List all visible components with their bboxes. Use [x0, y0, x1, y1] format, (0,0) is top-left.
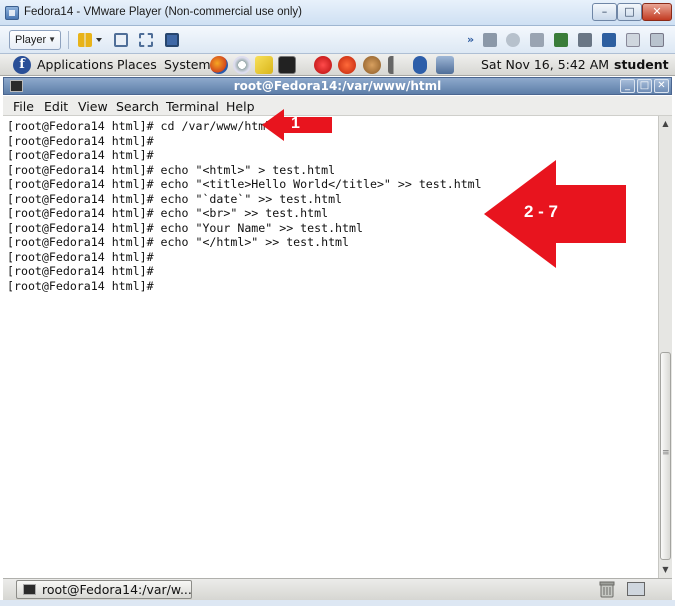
annotation-label-1: 1	[291, 115, 300, 132]
menu-help[interactable]: Help	[226, 99, 255, 114]
terminal-line: [root@Fedora14 html]#	[7, 133, 154, 148]
terminal-icon[interactable]	[278, 56, 296, 74]
evolution-icon[interactable]	[233, 56, 251, 74]
vmware-title-bar: Fedora14 - VMware Player (Non-commercial…	[0, 0, 675, 26]
volume-icon[interactable]	[388, 56, 402, 74]
taskbar-window-button[interactable]: root@Fedora14:/var/w...	[16, 580, 192, 599]
trash-icon[interactable]	[599, 581, 615, 598]
notes-icon[interactable]	[255, 56, 273, 74]
minimize-button[interactable]: –	[592, 3, 617, 21]
terminal-minimize-button[interactable]: _	[620, 79, 635, 93]
cdrom-icon[interactable]	[506, 33, 520, 47]
menu-search[interactable]: Search	[116, 99, 159, 114]
system-menu[interactable]: System	[164, 57, 211, 72]
firefox-icon[interactable]	[210, 56, 228, 74]
terminal-title: root@Fedora14:/var/www/html	[233, 79, 442, 93]
vmware-toolbar: Player ▼ »	[0, 26, 675, 54]
clock[interactable]: Sat Nov 16, 5:42 AM	[481, 57, 609, 72]
sound-card-icon[interactable]	[626, 33, 640, 47]
scrollbar-thumb[interactable]	[660, 352, 671, 560]
scroll-up-arrow-icon[interactable]: ▲	[660, 118, 671, 130]
gnome-top-panel: f Applications Places System Sat Nov 16,…	[0, 54, 675, 76]
cookie-icon[interactable]	[363, 56, 381, 74]
menu-file[interactable]: File	[13, 99, 34, 114]
vmware-app-icon	[5, 6, 19, 20]
menu-terminal[interactable]: Terminal	[166, 99, 219, 114]
close-button[interactable]: ✕	[642, 3, 672, 21]
scroll-down-arrow-icon[interactable]: ▼	[660, 564, 671, 576]
fullscreen-icon[interactable]	[139, 33, 153, 47]
gnome-bottom-panel: root@Fedora14:/var/w...	[3, 578, 672, 600]
terminal-title-bar: root@Fedora14:/var/www/html _ □ ✕	[3, 77, 672, 95]
pause-icon[interactable]	[78, 33, 92, 47]
applications-menu[interactable]: Applications	[37, 57, 113, 72]
removable-devices-icon[interactable]	[114, 33, 128, 47]
vmware-bottom-border	[0, 600, 675, 606]
menu-edit[interactable]: Edit	[44, 99, 68, 114]
workspace-switcher-icon[interactable]	[627, 582, 645, 596]
terminal-line: [root@Fedora14 html]# cd /var/www/html	[7, 119, 273, 133]
usb-icon[interactable]	[602, 33, 616, 47]
terminal-menu-bar: File Edit View Search Terminal Help	[3, 96, 672, 116]
overflow-chevron-icon[interactable]: »	[467, 33, 477, 47]
player-menu-button[interactable]: Player ▼	[9, 30, 61, 50]
selinux-alert-icon[interactable]	[338, 56, 356, 74]
terminal-line: [root@Fedora14 html]#	[7, 278, 154, 293]
printer-icon[interactable]	[578, 33, 592, 47]
message-log-icon[interactable]	[650, 33, 664, 47]
user-menu[interactable]: student	[614, 57, 669, 72]
update-alert-icon[interactable]	[314, 56, 332, 74]
terminal-icon	[23, 584, 36, 595]
network-icon[interactable]	[436, 56, 454, 74]
hdd-icon[interactable]	[483, 33, 497, 47]
fedora-logo-icon[interactable]: f	[13, 56, 31, 74]
terminal-maximize-button[interactable]: □	[637, 79, 652, 93]
menu-view[interactable]: View	[78, 99, 108, 114]
chevron-down-icon[interactable]	[95, 33, 103, 47]
terminal-close-button[interactable]: ✕	[654, 79, 669, 93]
annotation-label-2-7: 2 - 7	[524, 202, 559, 221]
taskbar-window-label: root@Fedora14:/var/w...	[42, 582, 192, 597]
window-title: Fedora14 - VMware Player (Non-commercial…	[24, 6, 303, 18]
bluetooth-icon[interactable]	[413, 56, 427, 74]
network-adapter-icon[interactable]	[554, 33, 568, 47]
player-menu-label: Player	[15, 34, 47, 46]
places-menu[interactable]: Places	[117, 57, 157, 72]
unity-icon[interactable]	[165, 33, 179, 47]
chevron-down-icon: ▼	[48, 35, 56, 44]
toolbar-separator	[68, 31, 69, 49]
floppy-icon[interactable]	[530, 33, 544, 47]
terminal-scrollbar[interactable]: ▲ ▼	[658, 116, 672, 578]
maximize-button[interactable]: □	[617, 3, 642, 21]
